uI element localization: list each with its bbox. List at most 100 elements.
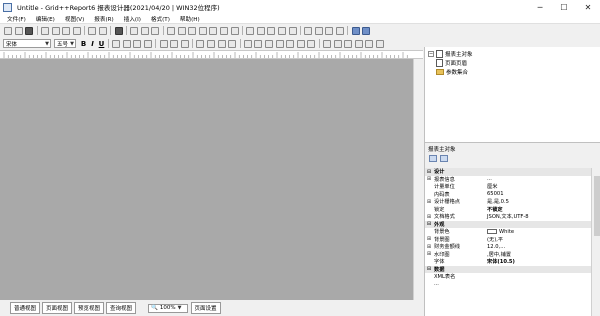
expand-toggle-icon[interactable]: ⊟ xyxy=(425,169,433,175)
barcode-icon[interactable] xyxy=(288,26,297,35)
italic-button[interactable]: I xyxy=(88,40,97,48)
property-value[interactable]: 厘米 xyxy=(485,183,497,190)
back-color-icon[interactable] xyxy=(207,39,216,48)
property-value[interactable]: 宋体(10.5) xyxy=(485,258,515,265)
property-value[interactable]: ... xyxy=(485,176,492,182)
unlink-icon[interactable] xyxy=(362,26,371,35)
menu-file[interactable]: 文件(F) xyxy=(0,15,31,23)
tab-normal-view[interactable]: 普通视图 xyxy=(10,302,41,314)
property-scrollbar[interactable] xyxy=(591,168,600,316)
row-height-icon[interactable] xyxy=(304,26,313,35)
center-h-icon[interactable] xyxy=(344,39,353,48)
property-row[interactable]: ⊞ 背景图 (无),平 xyxy=(425,236,591,244)
print-icon[interactable] xyxy=(140,26,149,35)
same-width-icon[interactable] xyxy=(286,39,295,48)
preview-icon[interactable] xyxy=(130,26,139,35)
expand-toggle-icon[interactable]: ⊞ xyxy=(425,176,433,182)
tab-query-view[interactable]: 查询视图 xyxy=(106,302,137,314)
property-value[interactable]: JSON,文本,UTF-8 xyxy=(485,213,529,220)
expand-toggle-icon[interactable]: ⊞ xyxy=(425,244,433,250)
valign-top-icon[interactable] xyxy=(159,39,168,48)
property-row[interactable]: ⊞ 水印图 ,居中,铺置 xyxy=(425,251,591,259)
tree-node-root[interactable]: − 报表主对象 xyxy=(428,50,473,58)
property-value[interactable]: 是,是,0.5 xyxy=(485,198,509,205)
underline-button[interactable]: U xyxy=(97,40,106,48)
expand-toggle-icon[interactable]: ⊞ xyxy=(425,236,433,242)
cut-icon[interactable] xyxy=(41,26,50,35)
chart-icon[interactable] xyxy=(277,26,286,35)
h-spacing-icon[interactable] xyxy=(322,39,331,48)
same-size-icon[interactable] xyxy=(307,39,316,48)
property-row[interactable]: ⊞ 设计栅格点 是,是,0.5 xyxy=(425,198,591,206)
insert-footer-icon[interactable] xyxy=(219,26,228,35)
font-color-icon[interactable] xyxy=(196,39,205,48)
undo-icon[interactable] xyxy=(88,26,97,35)
insert-header-icon[interactable] xyxy=(209,26,218,35)
font-size-select[interactable]: 五号 ▼ xyxy=(54,39,76,48)
property-category[interactable]: ⊟ 数据 xyxy=(425,265,591,273)
scrollbar-thumb[interactable] xyxy=(594,176,600,236)
property-row[interactable]: XML表名 xyxy=(425,273,591,281)
categorized-icon[interactable] xyxy=(429,154,437,162)
alphabetical-icon[interactable] xyxy=(440,154,448,162)
canvas-vertical-scrollbar[interactable] xyxy=(413,59,423,300)
expand-toggle-icon[interactable]: ⊞ xyxy=(425,251,433,257)
property-row[interactable]: 字体 宋体(10.5) xyxy=(425,258,591,266)
close-button[interactable]: ✕ xyxy=(576,0,600,14)
menu-edit[interactable]: 编辑(E) xyxy=(31,15,60,23)
maximize-button[interactable]: ☐ xyxy=(552,0,576,14)
property-value[interactable]: (无),平 xyxy=(485,236,503,243)
tab-page-view[interactable]: 页面视图 xyxy=(42,302,73,314)
same-height-icon[interactable] xyxy=(296,39,305,48)
align-justify-icon[interactable] xyxy=(144,39,153,48)
zoom-select[interactable]: 🔍 100% ▼ xyxy=(148,303,188,313)
property-row[interactable]: 锁定 不锁定 xyxy=(425,206,591,214)
property-row[interactable]: ⊞ 报表信息... xyxy=(425,176,591,184)
expand-toggle-icon[interactable]: ⊞ xyxy=(425,214,433,220)
property-row[interactable]: 计量单位 厘米 xyxy=(425,183,591,191)
property-value[interactable]: ,居中,铺置 xyxy=(485,251,511,258)
align-rights-icon[interactable] xyxy=(254,39,263,48)
valign-bottom-icon[interactable] xyxy=(180,39,189,48)
paste-icon[interactable] xyxy=(62,26,71,35)
property-value[interactable]: White xyxy=(485,228,514,235)
expand-toggle-icon[interactable]: ⊟ xyxy=(425,266,433,272)
link-icon[interactable] xyxy=(351,26,360,35)
expand-toggle-icon[interactable]: ⊟ xyxy=(425,221,433,227)
align-bottoms-icon[interactable] xyxy=(275,39,284,48)
bold-button[interactable]: B xyxy=(79,40,88,48)
tree-node-parameters[interactable]: 参数集合 xyxy=(436,68,468,76)
design-canvas[interactable] xyxy=(0,59,423,300)
export-icon[interactable] xyxy=(151,26,160,35)
expand-toggle-icon[interactable]: ⊞ xyxy=(425,199,433,205)
insert-detail-icon[interactable] xyxy=(230,26,239,35)
align-tops-icon[interactable] xyxy=(265,39,274,48)
property-value[interactable]: 65001 xyxy=(485,191,504,197)
minimize-button[interactable]: ─ xyxy=(528,0,552,14)
bring-front-icon[interactable] xyxy=(365,39,374,48)
menu-view[interactable]: 视图(V) xyxy=(60,15,89,23)
property-category[interactable]: ⊟ 外观 xyxy=(425,220,591,228)
insert-field-icon[interactable] xyxy=(188,26,197,35)
grid-icon[interactable] xyxy=(267,26,276,35)
menu-insert[interactable]: 插入(I) xyxy=(119,15,146,23)
insert-group-icon[interactable] xyxy=(177,26,186,35)
split-icon[interactable] xyxy=(256,26,265,35)
align-left-icon[interactable] xyxy=(112,39,121,48)
align-center-icon[interactable] xyxy=(122,39,131,48)
align-right-icon[interactable] xyxy=(133,39,142,48)
insert-parameter-icon[interactable] xyxy=(198,26,207,35)
insert-column-icon[interactable] xyxy=(167,26,176,35)
property-value[interactable]: 不锁定 xyxy=(485,206,503,213)
center-v-icon[interactable] xyxy=(354,39,363,48)
border-icon[interactable] xyxy=(217,39,226,48)
menu-report[interactable]: 报表(R) xyxy=(89,15,118,23)
tree-node-page-header[interactable]: 页面页眉 xyxy=(436,59,467,67)
property-row[interactable]: ⊞ 财务金额线 12.0,... xyxy=(425,243,591,251)
merge-icon[interactable] xyxy=(246,26,255,35)
property-category[interactable]: ⊟ 设计 xyxy=(425,168,591,176)
help-icon[interactable] xyxy=(114,26,123,35)
menu-format[interactable]: 格式(T) xyxy=(146,15,175,23)
property-row[interactable]: 背景色 White xyxy=(425,228,591,236)
collapse-icon[interactable]: − xyxy=(428,51,434,57)
